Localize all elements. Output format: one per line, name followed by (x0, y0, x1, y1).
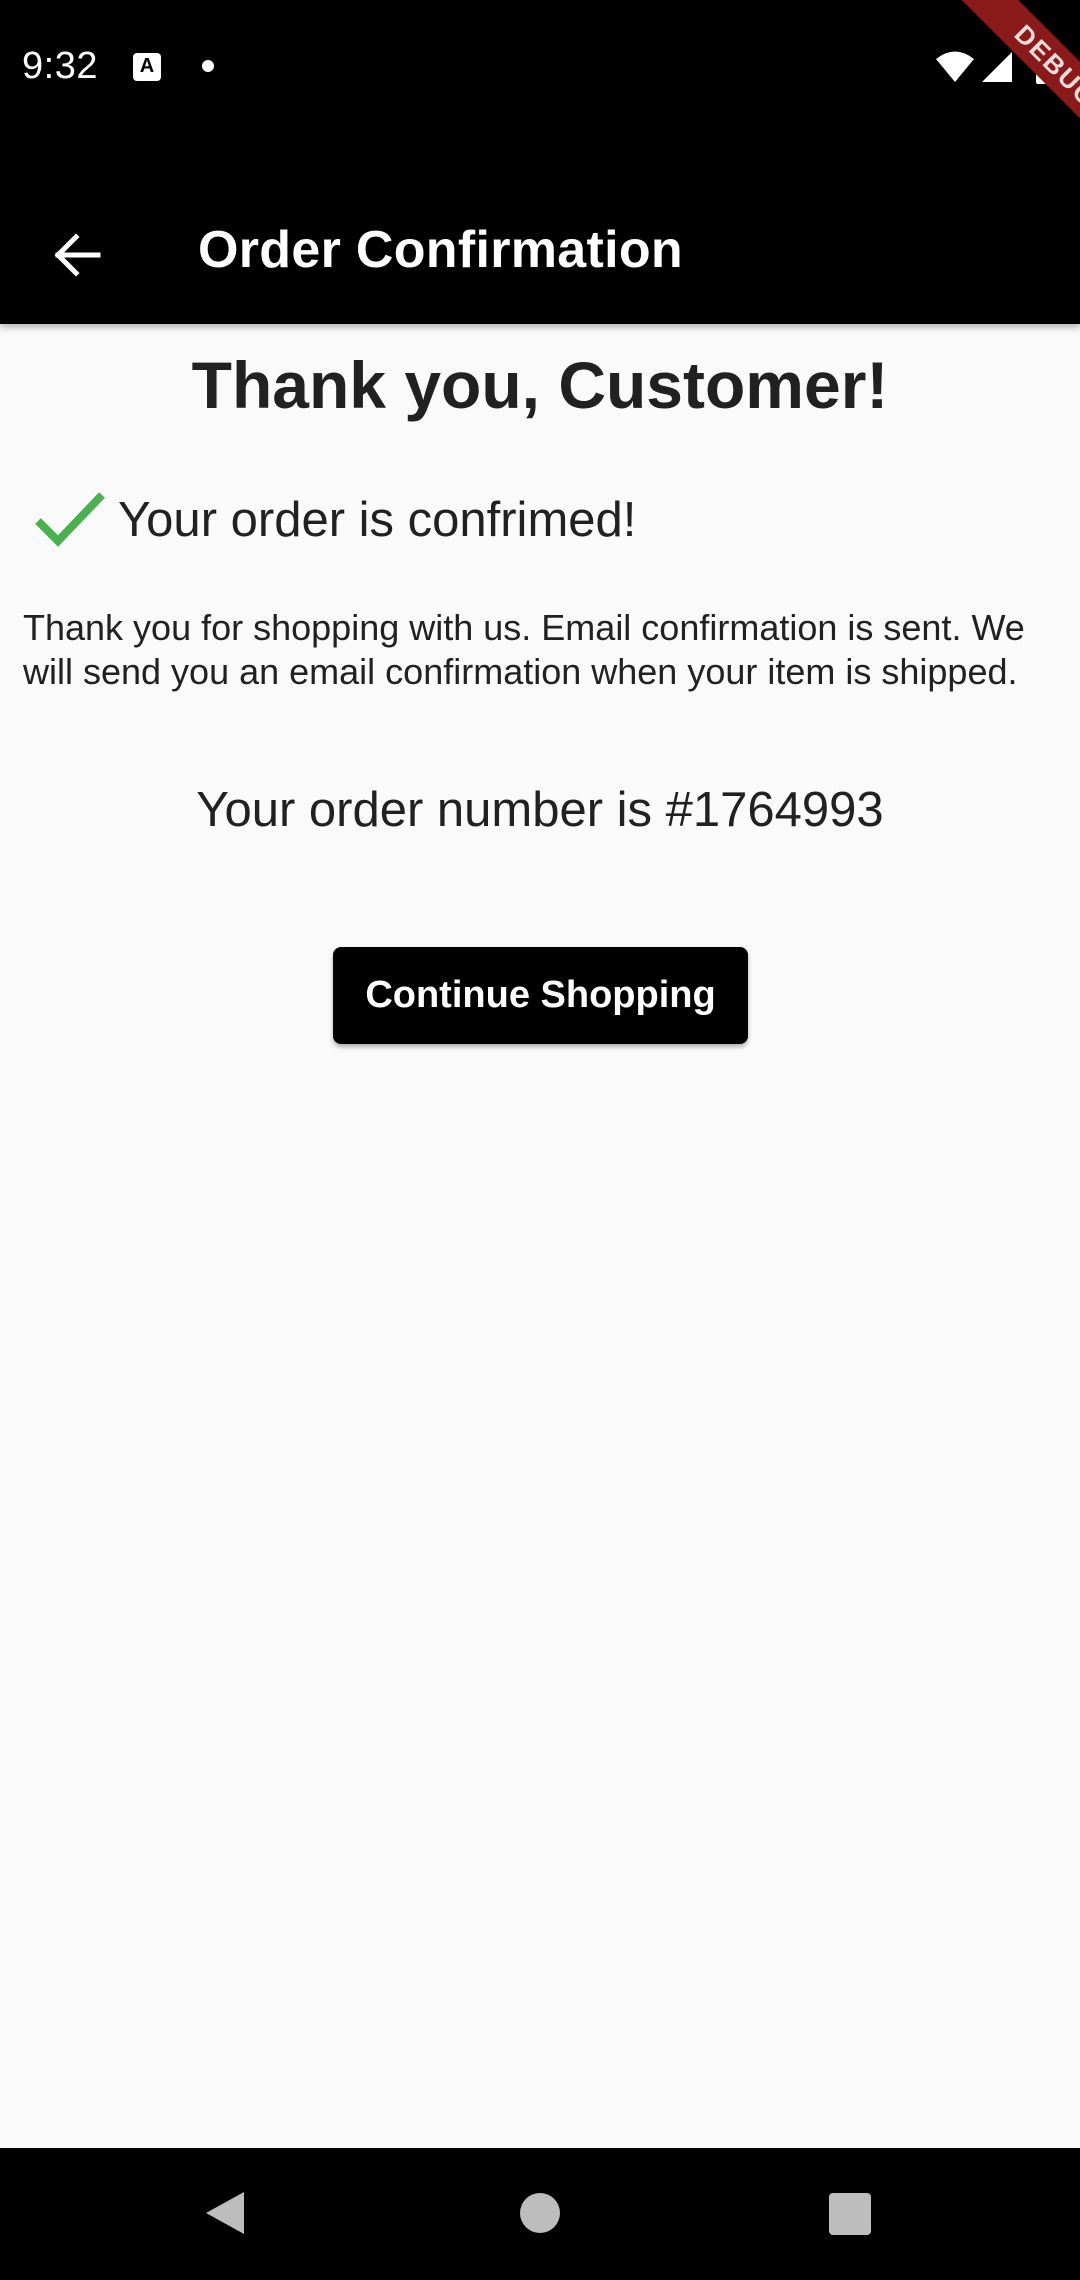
order-confirmed-text: Your order is confrimed! (118, 493, 637, 547)
status-time: 9:32 (22, 45, 98, 87)
page-title: Order Confirmation (198, 221, 683, 279)
font-a-icon: A (133, 53, 161, 81)
notification-dot-icon (202, 60, 214, 72)
nav-recents-icon[interactable] (829, 2193, 871, 2235)
signal-icon (982, 52, 1012, 82)
status-bar: 9:32 A (0, 0, 1080, 136)
back-button[interactable] (32, 210, 122, 300)
order-number-text: Your order number is #1764993 (196, 783, 884, 837)
nav-home-icon[interactable] (520, 2193, 560, 2233)
wifi-icon (936, 51, 974, 82)
arrow-back-icon (54, 233, 101, 277)
battery-icon (1036, 48, 1056, 84)
thanks-message: Thank you for shopping with us. Email co… (23, 607, 1025, 692)
nav-back-icon[interactable] (204, 2190, 246, 2236)
order-confirmation-screen: 9:32 A DEBUG Order Confirmation Thank yo… (0, 0, 1080, 2280)
check-icon (35, 492, 105, 547)
continue-shopping-button[interactable]: Continue Shopping (333, 947, 748, 1044)
thank-you-heading: Thank you, Customer! (191, 348, 889, 422)
order-confirmed-row: Your order is confrimed! (34, 484, 636, 556)
